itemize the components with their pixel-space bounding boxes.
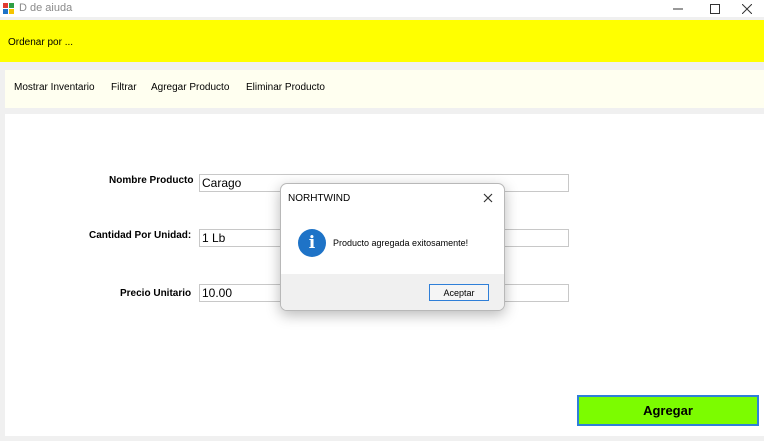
close-button[interactable]	[727, 0, 764, 17]
sort-header[interactable]: Ordenar por ...	[0, 20, 764, 62]
dialog-footer: Aceptar	[281, 274, 504, 310]
menu-item-eliminar-producto[interactable]: Eliminar Producto	[246, 82, 325, 93]
minimize-icon	[673, 8, 683, 9]
nombre-producto-label: Nombre Producto	[109, 175, 194, 186]
menu-item-filtrar[interactable]: Filtrar	[111, 82, 137, 93]
menu-item-agregar-producto[interactable]: Agregar Producto	[151, 82, 229, 93]
close-icon	[742, 3, 752, 14]
menu-strip: Mostrar Inventario Filtrar Agregar Produ…	[5, 70, 764, 108]
sort-label: Ordenar por ...	[8, 37, 74, 48]
dialog-title: NORHTWIND	[288, 193, 351, 204]
cantidad-por-unidad-label: Cantidad Por Unidad:	[89, 230, 192, 241]
window-title: D de aiuda	[19, 2, 73, 14]
app-icon	[3, 3, 14, 14]
agregar-button[interactable]: Agregar	[577, 395, 759, 426]
precio-unitario-label: Precio Unitario	[120, 288, 192, 299]
title-bar: D de aiuda	[0, 0, 764, 17]
dialog-close-icon[interactable]	[480, 190, 496, 206]
dialog-message: Producto agregada exitosamente!	[333, 238, 469, 248]
minimize-button[interactable]	[658, 0, 698, 17]
info-icon: i	[298, 229, 326, 257]
menu-item-mostrar-inventario[interactable]: Mostrar Inventario	[14, 82, 95, 93]
maximize-icon	[710, 3, 720, 14]
message-dialog: NORHTWIND i Producto agregada exitosamen…	[280, 183, 505, 311]
aceptar-button[interactable]: Aceptar	[429, 284, 489, 301]
